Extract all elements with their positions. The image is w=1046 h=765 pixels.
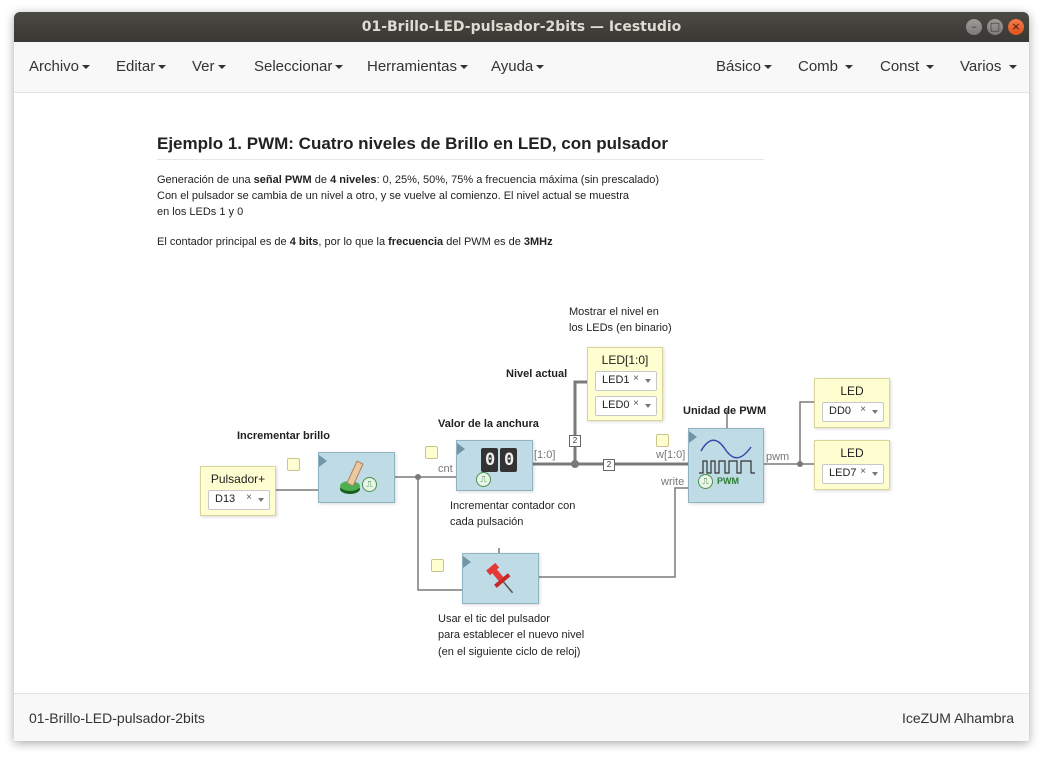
comment-usar-tic-2[interactable]: para establecer el nuevo nivel — [438, 627, 584, 643]
dropdown-arrow-icon[interactable] — [872, 410, 878, 414]
pin-value: LED7 — [829, 467, 857, 479]
bus-width-badge: 2 — [569, 435, 581, 447]
pin-select[interactable]: LED7 × — [822, 464, 884, 484]
port-cnt: cnt — [438, 463, 453, 475]
port-w: w[1:0] — [656, 449, 686, 461]
dropdown-arrow-icon[interactable] — [645, 379, 651, 383]
wire-junction — [415, 474, 421, 480]
clear-icon[interactable]: × — [633, 373, 639, 384]
dropdown-arrow-icon[interactable] — [645, 404, 651, 408]
clock-pin[interactable] — [431, 559, 444, 572]
bus-junction — [571, 460, 579, 468]
label-unidad-pwm[interactable]: Unidad de PWM — [683, 405, 766, 417]
label-incrementar-brillo[interactable]: Incrementar brillo — [237, 430, 330, 442]
output-name: LED — [840, 384, 864, 398]
clear-icon[interactable]: × — [860, 404, 866, 415]
clock-icon: ⎍ — [362, 477, 377, 492]
label-nivel-actual[interactable]: Nivel actual — [506, 368, 567, 380]
output-block-led-bus[interactable]: LED[1:0] LED1 × LED0 × — [587, 347, 663, 421]
pin-value: D13 — [215, 493, 236, 505]
port-pwm: pwm — [766, 451, 790, 463]
port-range: [1:0] — [534, 449, 556, 461]
pwm-block[interactable]: ⎍ PWM — [688, 428, 764, 503]
counter-digit: 0 — [504, 450, 515, 470]
comment-inc-contador-1[interactable]: Incrementar contador con — [450, 498, 575, 514]
wire-junction — [797, 461, 803, 467]
clock-pin[interactable] — [425, 446, 438, 459]
comment-show-level-1[interactable]: Mostrar el nivel en — [569, 304, 659, 320]
dropdown-arrow-icon[interactable] — [258, 498, 264, 502]
pin-value: LED0 — [602, 399, 630, 411]
pin-select[interactable]: LED1 × — [595, 371, 657, 391]
pin-value: LED1 — [602, 374, 630, 386]
clear-icon[interactable]: × — [246, 492, 252, 503]
output-name: LED[1:0] — [601, 353, 649, 367]
register-block[interactable] — [462, 553, 539, 604]
dropdown-arrow-icon[interactable] — [872, 472, 878, 476]
comment-show-level-2[interactable]: los LEDs (en binario) — [569, 320, 672, 336]
input-block-pulsador[interactable]: Pulsador+ D13 × — [200, 466, 276, 516]
port-write: write — [661, 476, 685, 488]
input-name: Pulsador+ — [210, 472, 266, 486]
counter-digit: 0 — [485, 450, 496, 470]
pin-select[interactable]: LED0 × — [595, 396, 657, 416]
button-block[interactable]: ⎍ — [318, 452, 395, 503]
pin-value: DD0 — [829, 405, 852, 417]
wire — [417, 477, 463, 591]
clock-pin[interactable] — [656, 434, 669, 447]
label-valor-anchura[interactable]: Valor de la anchura — [438, 418, 539, 430]
bus-width-badge: 2 — [603, 459, 615, 471]
comment-inc-contador-2[interactable]: cada pulsación — [450, 514, 523, 530]
wire — [799, 401, 814, 464]
output-name: LED — [840, 446, 864, 460]
pwm-label: PWM — [717, 476, 739, 486]
clock-icon: ⎍ — [698, 474, 713, 489]
comment-usar-tic-3[interactable]: (en el siguiente ciclo de reloj) — [438, 644, 580, 660]
clock-pin[interactable] — [287, 458, 300, 471]
pushpin-icon — [463, 556, 514, 594]
clock-icon: ⎍ — [476, 472, 491, 487]
counter-block[interactable]: 0 0 ⎍ — [456, 440, 533, 491]
pin-select[interactable]: D13 × — [208, 490, 270, 510]
output-block-led-dd0[interactable]: LED DD0 × — [814, 378, 890, 428]
clear-icon[interactable]: × — [860, 466, 866, 477]
pin-select[interactable]: DD0 × — [822, 402, 884, 422]
output-block-led-led7[interactable]: LED LED7 × — [814, 440, 890, 490]
push-button-icon — [319, 455, 364, 494]
pwm-waveform-icon — [689, 431, 755, 474]
comment-usar-tic-1[interactable]: Usar el tic del pulsador — [438, 611, 550, 627]
clear-icon[interactable]: × — [633, 398, 639, 409]
